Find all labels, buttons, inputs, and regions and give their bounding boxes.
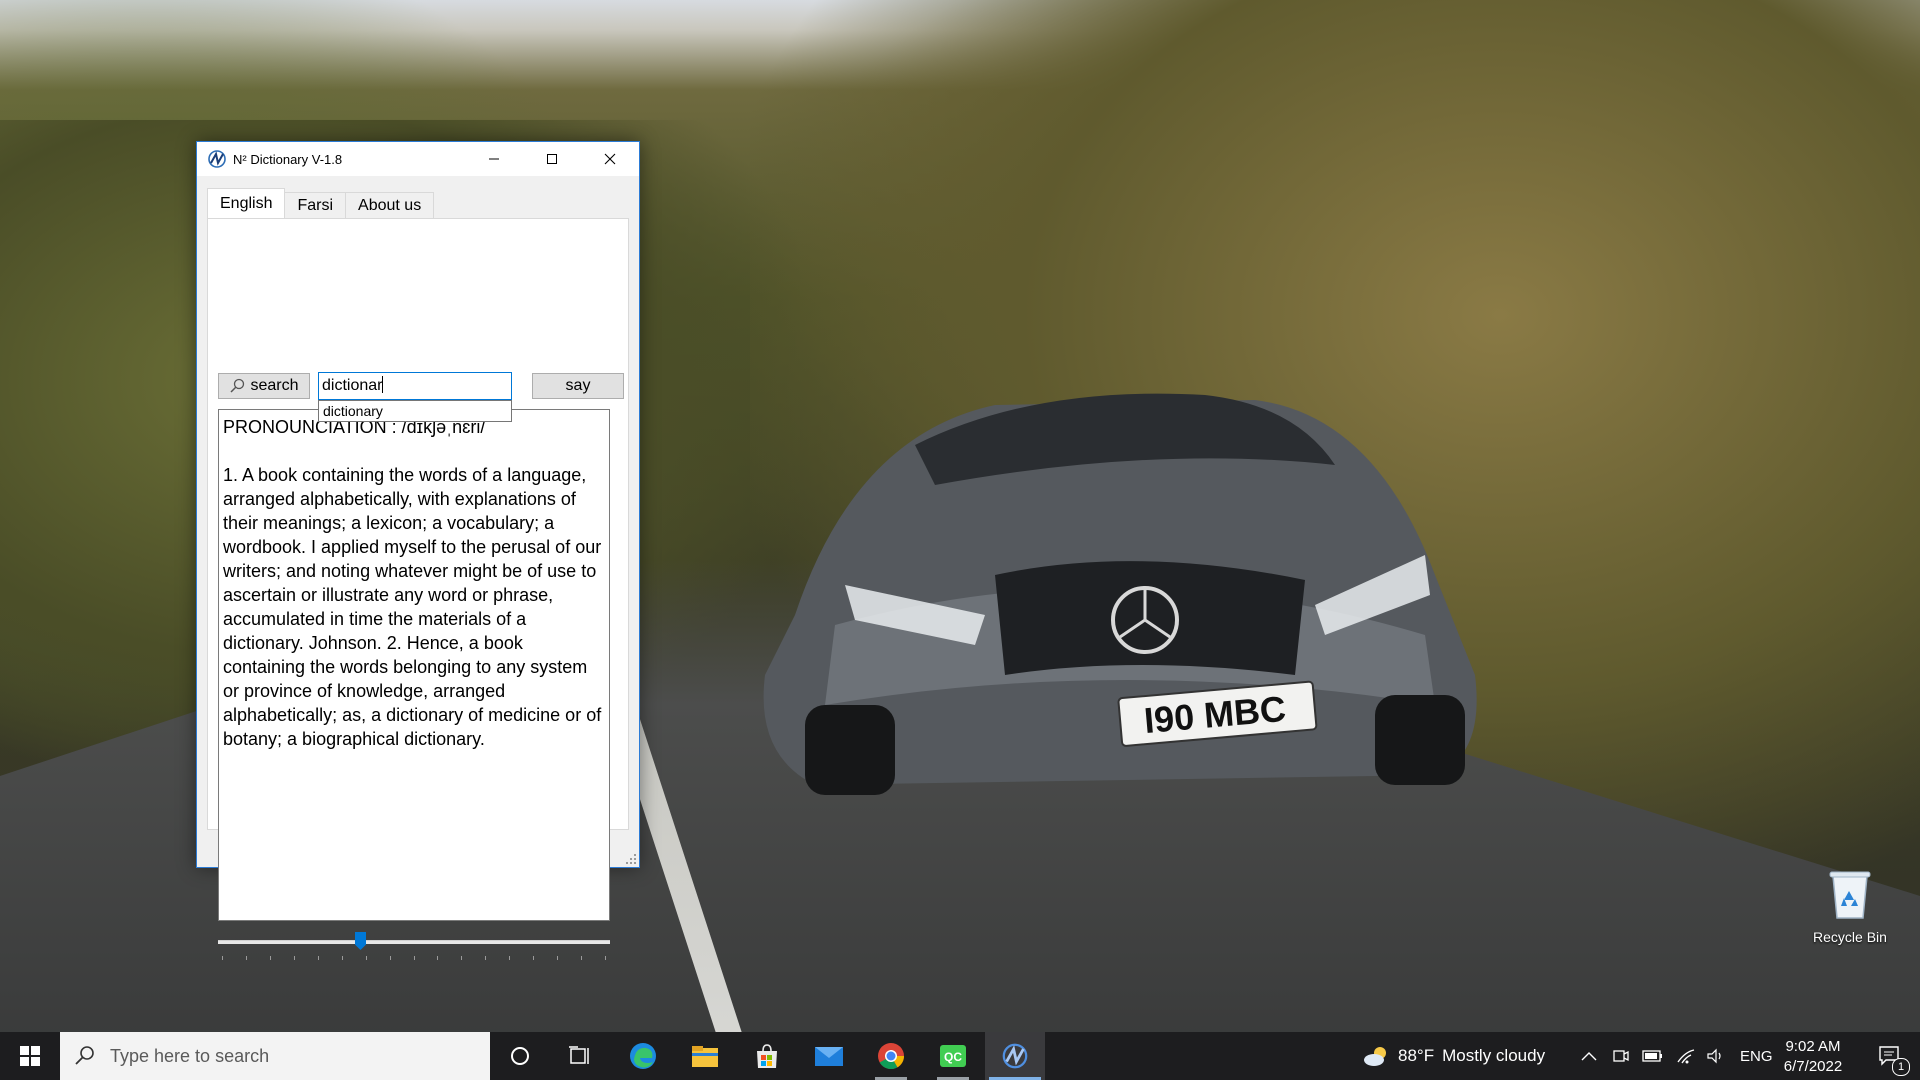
cortana-button[interactable] [490, 1032, 550, 1080]
cloudy-weather-icon [1364, 1047, 1386, 1066]
definition-text: 1. A book containing the words of a lang… [223, 465, 602, 749]
slider-tick [485, 956, 487, 960]
cortana-icon [511, 1047, 529, 1065]
slider-tick [461, 956, 463, 960]
word-search-value: dictionar [322, 377, 383, 394]
slider-track [218, 940, 610, 944]
clock-time: 9:02 AM [1785, 1038, 1841, 1055]
slider-tick [581, 956, 583, 960]
wallpaper-car: I90 MBC [763, 393, 1477, 795]
speech-rate-slider[interactable] [218, 932, 610, 962]
taskbar-qc-app[interactable]: QC [923, 1032, 983, 1080]
slider-tick [341, 956, 343, 960]
slider-tick [293, 956, 295, 960]
language-tabs: English Farsi About us [207, 188, 435, 219]
microsoft-store-icon [757, 1044, 777, 1068]
dictionary-window: N² Dictionary V-1.8 English Farsi About … [196, 141, 640, 960]
slider-ticks [222, 956, 606, 960]
say-button[interactable]: say [532, 373, 624, 399]
battery-icon[interactable] [1642, 1049, 1664, 1063]
minimize-button[interactable] [465, 142, 523, 176]
system-tray: ENG [1580, 1032, 1773, 1080]
close-button[interactable] [581, 142, 639, 176]
volume-icon[interactable] [1706, 1048, 1726, 1064]
meet-now-icon[interactable] [1612, 1048, 1630, 1064]
taskbar-search-box[interactable]: Type here to search [60, 1032, 490, 1080]
slider-tick [317, 956, 319, 960]
slider-tick [269, 956, 271, 960]
svg-text:QC: QC [944, 1050, 962, 1064]
slider-tick [222, 956, 223, 960]
slider-tick [533, 956, 535, 960]
slider-tick [605, 956, 606, 960]
tab-english[interactable]: English [207, 188, 286, 219]
taskbar-mail[interactable] [799, 1032, 859, 1080]
resize-grip-icon[interactable] [625, 853, 637, 865]
taskbar-microsoft-store[interactable] [737, 1032, 797, 1080]
definition-textbox[interactable]: PRONOUNCIATION : /dɪkʃəˌnɛri/ 1. A book … [218, 409, 610, 921]
text-caret [382, 376, 384, 393]
close-icon [604, 153, 616, 165]
english-tab-page: search dictionar dictionary say PRONOUNC… [207, 218, 629, 960]
slider-tick [245, 956, 247, 960]
minimize-icon [489, 158, 499, 160]
task-view-icon [569, 1046, 589, 1064]
slider-tick [437, 956, 439, 960]
mail-icon [815, 1047, 843, 1066]
weather-temperature: 88°F [1398, 1046, 1435, 1065]
recycle-bin[interactable]: Recycle Bin [1800, 868, 1900, 945]
autocomplete-suggestion[interactable]: dictionary [318, 400, 512, 422]
edge-icon [630, 1043, 656, 1069]
slider-thumb[interactable] [355, 932, 366, 950]
taskbar-clock[interactable]: 9:02 AM 6/7/2022 [1768, 1037, 1858, 1077]
n2-dictionary-icon [1002, 1043, 1028, 1069]
windows-logo-icon [20, 1046, 40, 1066]
recycle-bin-label: Recycle Bin [1813, 929, 1887, 945]
search-button[interactable]: search [218, 373, 310, 399]
title-bar[interactable]: N² Dictionary V-1.8 [197, 142, 639, 176]
slider-tick [389, 956, 391, 960]
slider-tick [557, 956, 559, 960]
search-icon [75, 1046, 94, 1065]
n2-dictionary-app-icon [208, 150, 226, 168]
chrome-icon [878, 1043, 905, 1070]
weather-condition: Mostly cloudy [1442, 1046, 1546, 1065]
task-view-button[interactable] [550, 1032, 610, 1080]
tab-about-us[interactable]: About us [345, 192, 435, 219]
weather-widget[interactable]: 88°F Mostly cloudy [1362, 1032, 1545, 1080]
chevron-up-icon[interactable] [1580, 1049, 1598, 1063]
taskbar-edge[interactable] [613, 1032, 673, 1080]
action-center-button[interactable]: 1 [1860, 1032, 1920, 1080]
taskbar-file-explorer[interactable] [675, 1032, 735, 1080]
slider-tick [413, 956, 415, 960]
notification-count-badge: 1 [1892, 1058, 1910, 1076]
search-icon [230, 378, 245, 393]
clock-date: 6/7/2022 [1783, 1058, 1843, 1075]
tab-farsi[interactable]: Farsi [284, 192, 347, 219]
taskbar: Type here to search QC 88°F Mostly cloud… [0, 1032, 1920, 1080]
maximize-icon [547, 154, 557, 164]
wifi-icon[interactable] [1676, 1048, 1696, 1064]
taskbar-search-placeholder: Type here to search [110, 1045, 270, 1066]
taskbar-chrome[interactable] [861, 1032, 921, 1080]
recycle-bin-icon [1829, 871, 1871, 919]
start-button[interactable] [0, 1032, 60, 1080]
search-button-label: search [250, 377, 299, 394]
slider-tick [509, 956, 511, 960]
window-title: N² Dictionary V-1.8 [233, 151, 343, 167]
taskbar-n2-dictionary[interactable] [985, 1032, 1045, 1080]
maximize-button[interactable] [523, 142, 581, 176]
qc-app-icon: QC [940, 1045, 966, 1067]
file-explorer-icon [692, 1046, 718, 1067]
slider-tick [365, 956, 367, 960]
word-search-input[interactable]: dictionar [318, 372, 512, 400]
